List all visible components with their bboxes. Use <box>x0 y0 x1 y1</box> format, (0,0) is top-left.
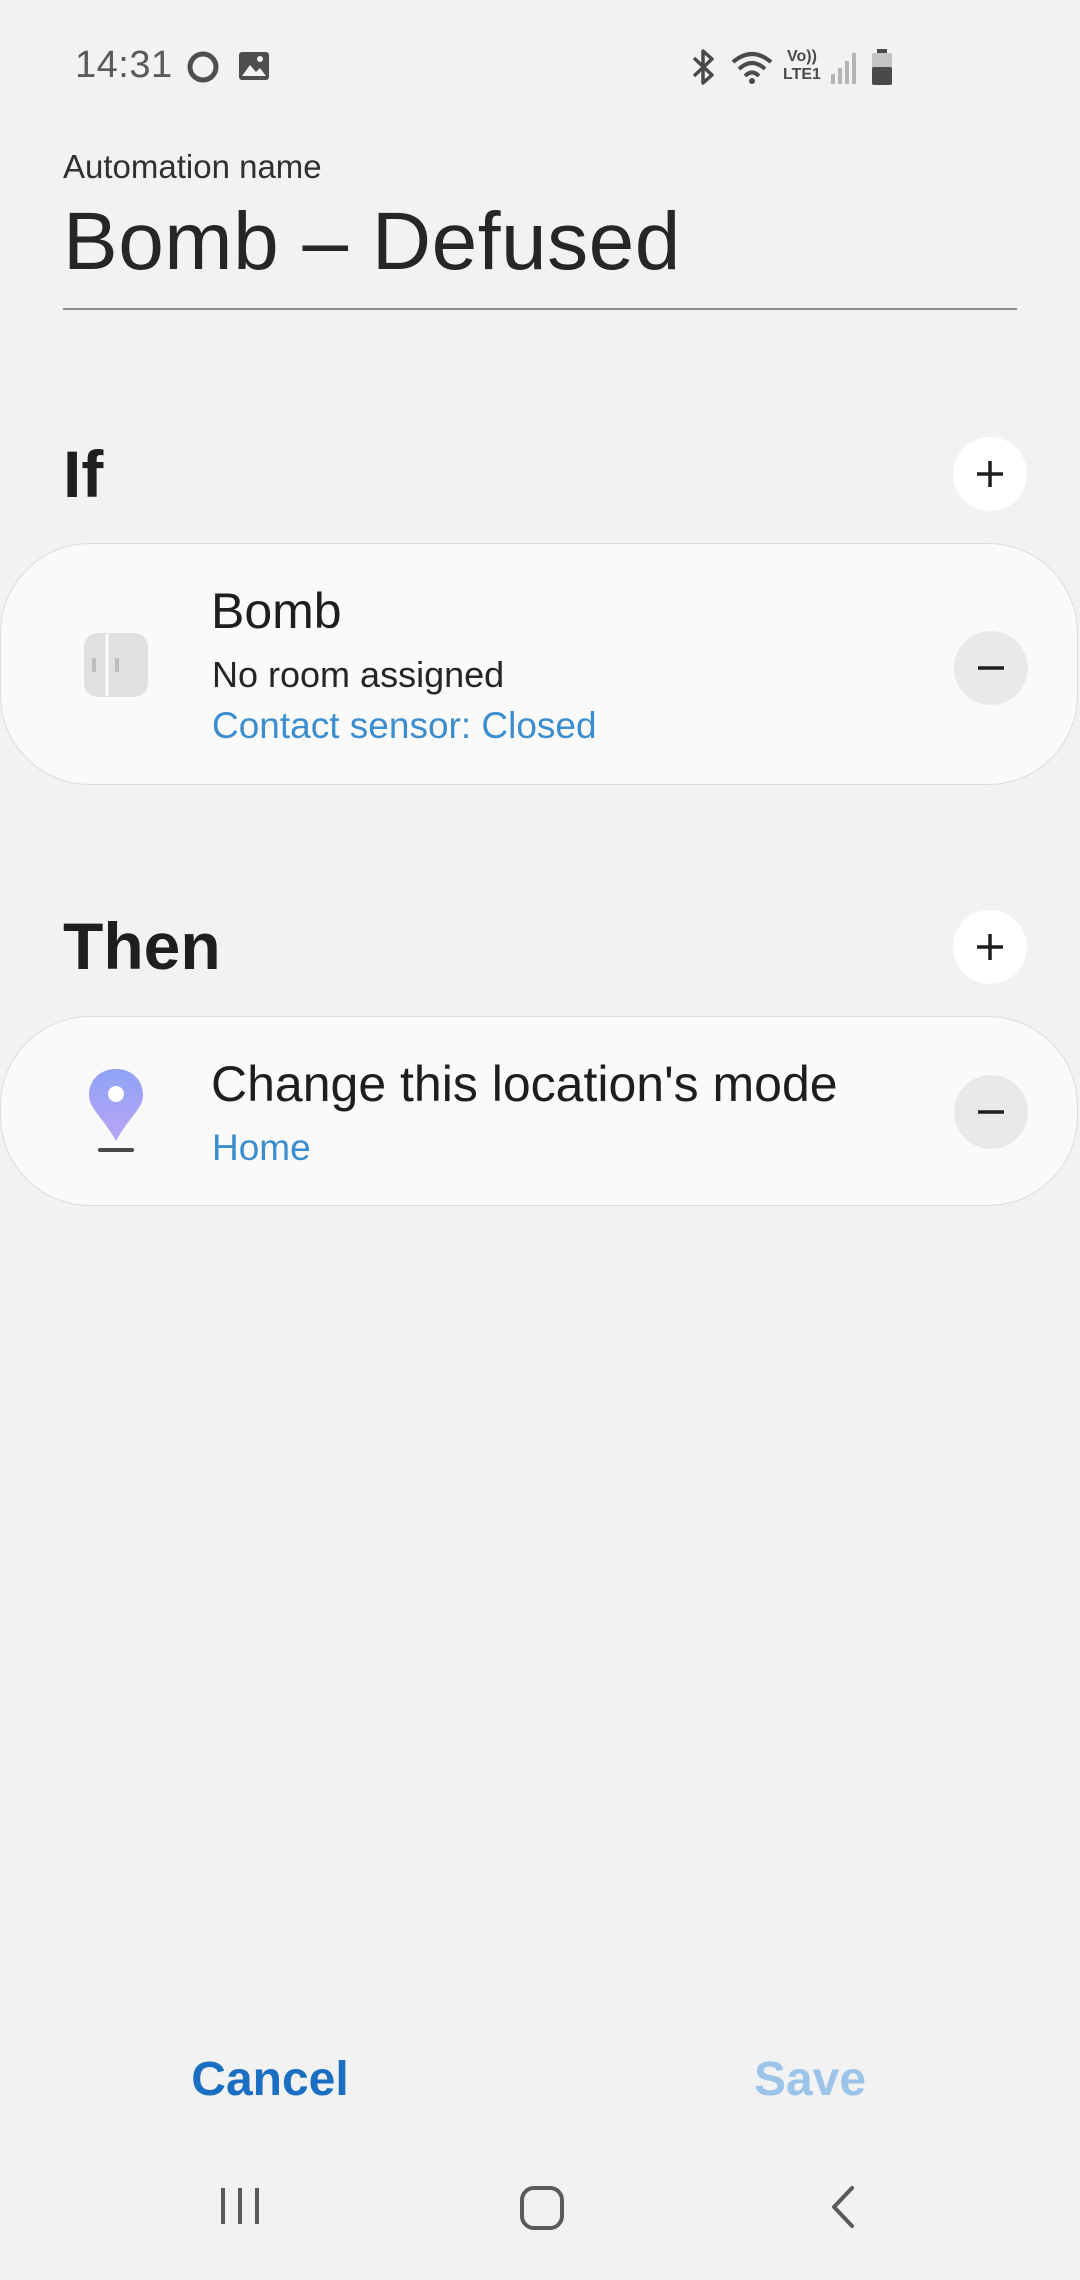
save-button[interactable]: Save <box>660 2052 960 2107</box>
remove-condition-button[interactable] <box>954 631 1028 705</box>
add-condition-button[interactable] <box>953 437 1027 511</box>
back-icon[interactable] <box>826 2184 862 2235</box>
remove-action-button[interactable] <box>954 1075 1028 1149</box>
automation-name-label: Automation name <box>63 148 322 185</box>
status-bar: 14:31 Vo)) LTE1 <box>0 0 1080 135</box>
plus-icon <box>977 461 1003 487</box>
automation-name-underline <box>63 308 1017 310</box>
automation-name-input[interactable]: Bomb – Defused <box>63 195 681 289</box>
if-section-title: If <box>63 437 104 511</box>
action-card[interactable]: Change this location's mode Home <box>0 1016 1078 1206</box>
condition-status[interactable]: Contact sensor: Closed <box>212 705 597 747</box>
gallery-icon <box>238 50 270 87</box>
recent-apps-icon[interactable] <box>218 2184 262 2233</box>
volte-lte1-icon: Vo)) LTE1 <box>783 48 831 86</box>
add-action-button[interactable] <box>953 910 1027 984</box>
contact-sensor-icon <box>83 632 149 703</box>
action-title: Change this location's mode <box>211 1056 838 1112</box>
minus-icon <box>978 666 1004 670</box>
condition-room: No room assigned <box>212 654 505 695</box>
condition-device-name: Bomb <box>211 583 342 639</box>
location-pin-icon <box>85 1067 147 1162</box>
condition-card[interactable]: Bomb No room assigned Contact sensor: Cl… <box>0 543 1078 785</box>
home-icon[interactable] <box>518 2184 566 2237</box>
then-section-title: Then <box>63 909 221 983</box>
cancel-button[interactable]: Cancel <box>120 2052 420 2107</box>
battery-icon <box>870 48 894 91</box>
bluetooth-icon <box>688 48 718 91</box>
lte-label: LTE1 <box>783 66 821 83</box>
status-time: 14:31 <box>75 44 173 86</box>
plus-icon <box>977 934 1003 960</box>
wifi-icon <box>730 48 774 91</box>
action-value[interactable]: Home <box>212 1127 311 1169</box>
signal-bars-icon <box>830 50 858 89</box>
volte-label: Vo)) <box>787 48 817 65</box>
minus-icon <box>978 1110 1004 1114</box>
sync-ring-icon <box>186 50 220 89</box>
